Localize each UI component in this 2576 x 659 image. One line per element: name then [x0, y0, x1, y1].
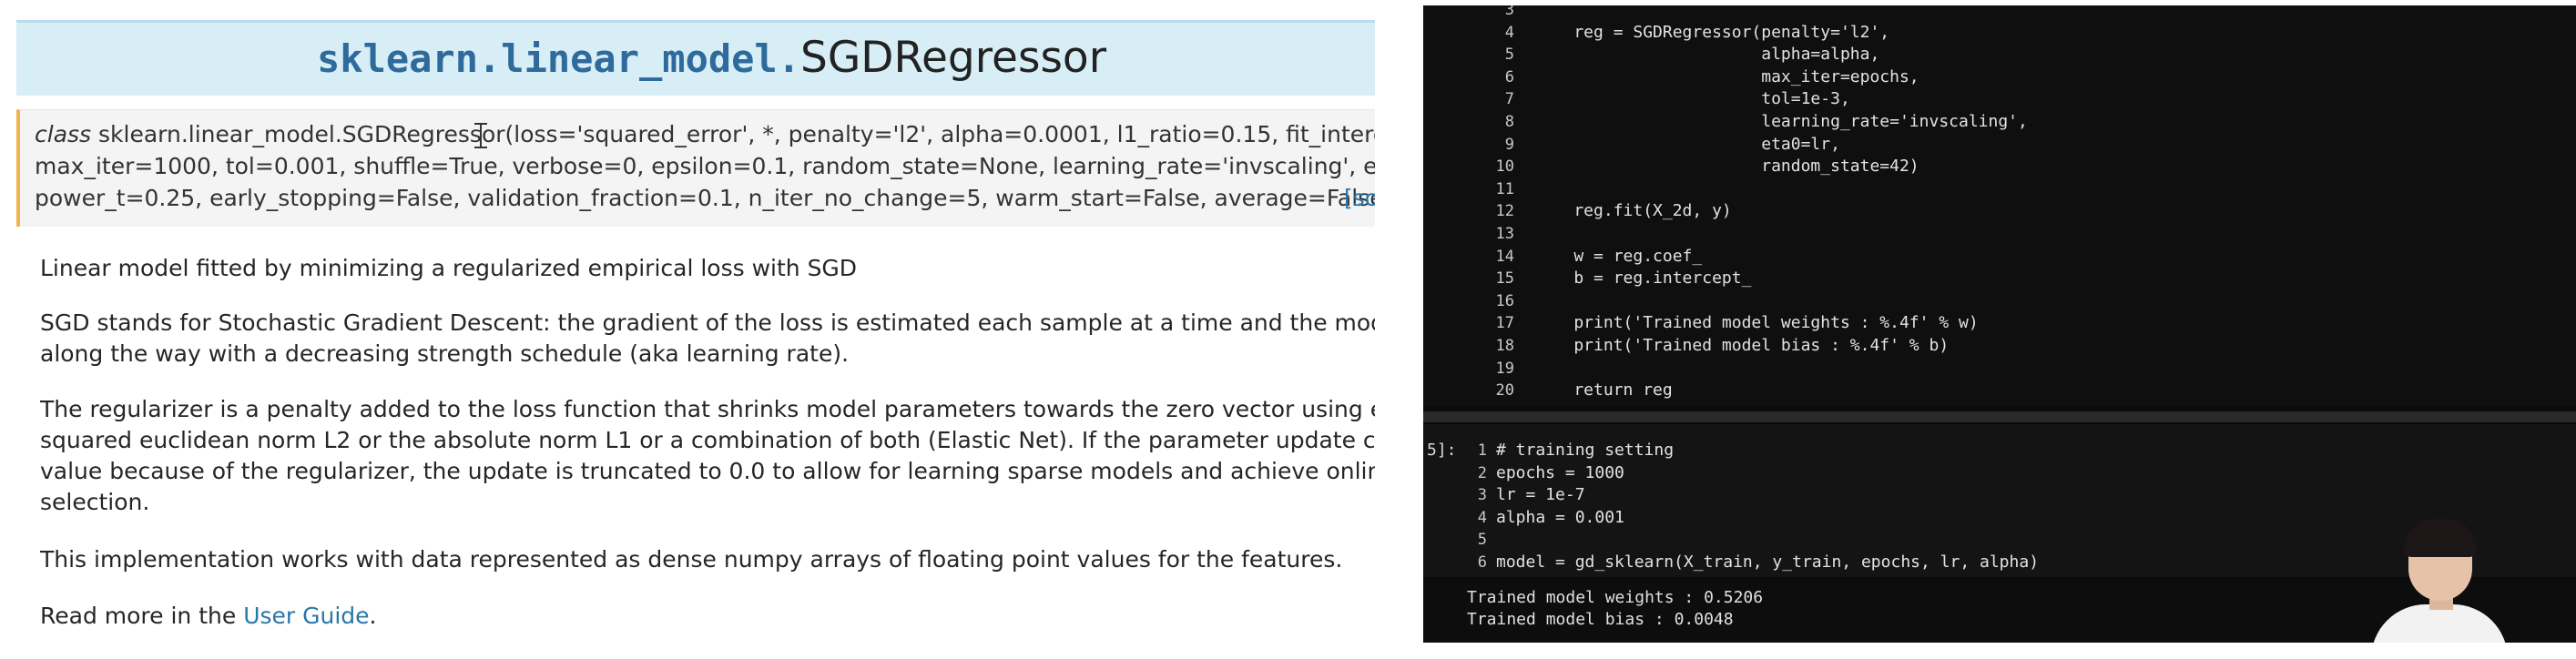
paragraph-2-line-2: along the way with a decreasing strength… — [40, 340, 850, 367]
line-number: 18 — [1495, 337, 1514, 355]
code-line: max_iter=epochs, — [1534, 66, 1919, 86]
presenter-body — [2371, 604, 2508, 643]
line-number: 16 — [1495, 291, 1514, 310]
line-number: 5 — [1477, 531, 1487, 550]
description-paragraph-3: The regularizer is a penalty added to th… — [40, 394, 1375, 518]
code-line: print('Trained model bias : %.4f' % b) — [1534, 336, 1950, 355]
presenter-hair — [2404, 519, 2477, 557]
source-link[interactable]: [so — [1344, 185, 1375, 211]
line-number: 2 — [1477, 463, 1487, 482]
code-line: b = reg.intercept_ — [1534, 269, 1752, 289]
line-number: 4 — [1477, 508, 1487, 527]
output-line: Trained model weights : 0.5206 — [1467, 588, 1764, 607]
line-number: 3 — [1477, 486, 1487, 505]
description-paragraph-2: SGD stands for Stochastic Gradient Desce… — [40, 308, 1375, 370]
line-number: 13 — [1495, 225, 1514, 243]
code-line: # training setting — [1496, 441, 1675, 460]
paragraph-3-line-3: value because of the regularizer, the up… — [40, 458, 1375, 484]
code-line: alpha=alpha, — [1534, 45, 1880, 65]
code-line: lr = 1e-7 — [1496, 485, 1585, 505]
user-guide-link[interactable]: User Guide — [243, 603, 369, 629]
line-number: 7 — [1504, 90, 1514, 109]
title-class: SGDRegressor — [800, 33, 1107, 83]
page-title: sklearn.linear_model.SGDRegressor — [317, 32, 1106, 83]
line-number: 19 — [1495, 359, 1514, 378]
line-number: 17 — [1495, 314, 1514, 333]
code-line: reg = SGDRegressor(penalty='l2', — [1534, 22, 1890, 42]
code-line: alpha = 0.001 — [1496, 507, 1624, 527]
code-line: return reg — [1534, 380, 1673, 400]
read-more-prefix: Read more in the — [40, 603, 244, 629]
code-line: print('Trained model weights : %.4f' % w… — [1534, 313, 1979, 333]
signature-line-3: power_t=0.25, early_stopping=False, vali… — [35, 185, 1375, 211]
line-number: 4 — [1504, 23, 1514, 42]
line-number: 1 — [1477, 441, 1487, 460]
line-number: 15 — [1495, 269, 1514, 289]
title-module: sklearn.linear_model. — [317, 36, 801, 81]
description-paragraph-1: Linear model fitted by minimizing a regu… — [40, 255, 858, 281]
line-number: 6 — [1504, 67, 1514, 86]
class-signature: class sklearn.linear_model.SGDRegressor(… — [16, 109, 1375, 227]
paragraph-3-line-1: The regularizer is a penalty added to th… — [40, 396, 1375, 422]
line-number: 12 — [1495, 202, 1514, 221]
paragraph-3-line-2: squared euclidean norm L2 or the absolut… — [40, 427, 1375, 453]
read-more-suffix: . — [369, 603, 377, 629]
code-line: reg.fit(X_2d, y) — [1534, 201, 1732, 221]
code-line: epochs = 1000 — [1496, 462, 1624, 482]
code-cell-function[interactable]: 3 4 reg = SGDRegressor(penalty='l2', 5 alp… — [1423, 5, 2576, 406]
output-line: Trained model bias : 0.0048 — [1467, 610, 1734, 629]
code-line: random_state=42) — [1534, 157, 1919, 177]
presenter-webcam — [2358, 517, 2513, 643]
code-line: learning_rate='invscaling', — [1534, 112, 2028, 131]
cell-divider — [1423, 411, 2576, 422]
signature-line-1: class sklearn.linear_model.SGDRegressor(… — [35, 121, 1375, 147]
line-number: 5 — [1504, 46, 1514, 65]
signature-line-2: max_iter=1000, tol=0.001, shuffle=True, … — [35, 153, 1375, 179]
line-number: 6 — [1477, 553, 1487, 572]
code-line: model = gd_sklearn(X_train, y_train, epo… — [1496, 553, 2040, 572]
paragraph-2-line-1: SGD stands for Stochastic Gradient Desce… — [40, 309, 1375, 336]
line-number: 8 — [1504, 113, 1514, 131]
read-more-paragraph: Read more in the User Guide. — [40, 601, 1375, 632]
code-line: eta0=lr, — [1534, 134, 1840, 154]
text-cursor-icon — [474, 123, 487, 148]
paragraph-3-line-4: selection. — [40, 489, 150, 515]
code-line: tol=1e-3, — [1534, 89, 1850, 109]
signature-class-keyword: class — [35, 121, 99, 147]
signature-line-1-text: sklearn.linear_model.SGDRegressor(loss='… — [98, 121, 1375, 147]
line-number: 14 — [1495, 247, 1514, 266]
description-paragraph-4: This implementation works with data repr… — [40, 546, 1343, 573]
signature-line-3-text: power_t=0.25, early_stopping=False, vali… — [35, 185, 1375, 211]
doc-title-bar: sklearn.linear_model.SGDRegressor — [16, 20, 1375, 96]
line-number: 10 — [1495, 157, 1514, 177]
code-line: w = reg.coef_ — [1534, 246, 1703, 266]
documentation-panel: sklearn.linear_model.SGDRegressor class … — [0, 0, 1375, 659]
line-number: 11 — [1495, 179, 1514, 198]
line-number: 20 — [1495, 381, 1514, 400]
line-number: 9 — [1504, 135, 1514, 154]
line-number: 3 — [1504, 5, 1514, 19]
